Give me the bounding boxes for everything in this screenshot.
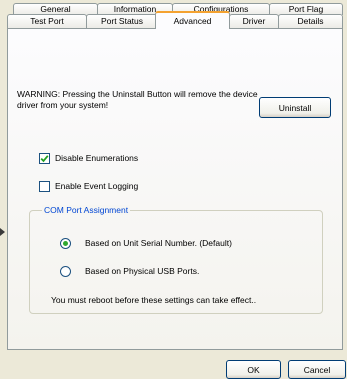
enable-event-logging-row[interactable]: Enable Event Logging xyxy=(39,180,138,192)
tab-label: Advanced xyxy=(173,16,212,26)
tab-details[interactable]: Details xyxy=(278,14,343,28)
serial-number-label: Based on Unit Serial Number. (Default) xyxy=(85,238,232,248)
advanced-panel: WARNING: Pressing the Uninstall Button w… xyxy=(7,28,343,350)
tab-port-status[interactable]: Port Status xyxy=(86,14,158,28)
group-title: COM Port Assignment xyxy=(42,205,131,215)
tab-label: Test Port xyxy=(30,16,64,26)
ok-button[interactable]: OK xyxy=(226,360,281,379)
serial-number-option[interactable]: Based on Unit Serial Number. (Default) xyxy=(60,237,232,249)
cancel-button[interactable]: Cancel xyxy=(288,360,346,379)
properties-dialog: General Information Configurations Port … xyxy=(0,0,347,379)
disable-enumerations-row[interactable]: Disable Enumerations xyxy=(39,152,138,164)
radio-dot-icon xyxy=(63,240,68,246)
uninstall-button[interactable]: Uninstall xyxy=(259,97,331,118)
tab-advanced[interactable]: Advanced xyxy=(155,11,230,29)
tab-label: Details xyxy=(297,16,324,26)
tab-driver[interactable]: Driver xyxy=(229,14,279,28)
enable-event-logging-checkbox[interactable] xyxy=(39,180,50,192)
reboot-note: You must reboot before these settings ca… xyxy=(51,295,257,305)
physical-usb-radio[interactable] xyxy=(60,265,71,277)
edge-arrow-icon xyxy=(0,228,5,236)
physical-usb-option[interactable]: Based on Physical USB Ports. xyxy=(60,265,199,277)
serial-number-radio[interactable] xyxy=(60,237,71,249)
tab-test-port[interactable]: Test Port xyxy=(7,14,87,28)
check-mark-icon xyxy=(40,154,49,162)
physical-usb-label: Based on Physical USB Ports. xyxy=(85,266,200,276)
disable-enumerations-checkbox[interactable] xyxy=(39,152,50,164)
tab-label: Driver xyxy=(242,16,266,26)
warning-text: WARNING: Pressing the Uninstall Button w… xyxy=(17,89,258,110)
disable-enumerations-label: Disable Enumerations xyxy=(55,153,139,163)
tab-label: Port Status xyxy=(100,16,144,26)
enable-event-logging-label: Enable Event Logging xyxy=(55,181,139,191)
